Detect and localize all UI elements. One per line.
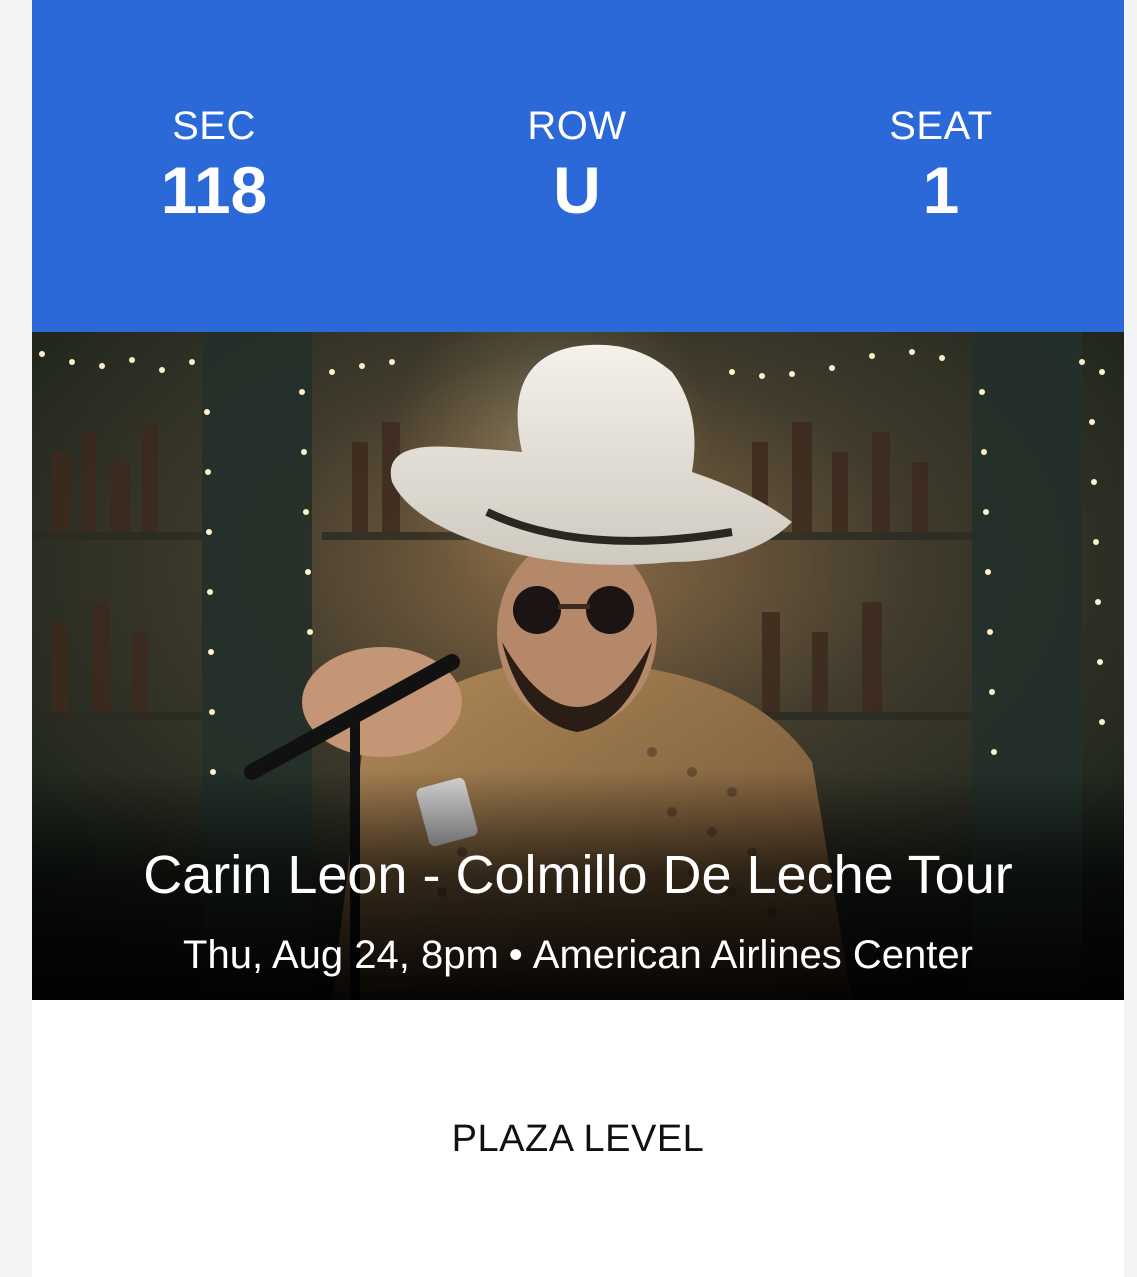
seat-info: SEAT 1 xyxy=(821,100,1061,228)
event-date-time: Thu, Aug 24, 8pm xyxy=(183,933,499,977)
seat-info-header: SEC 118 ROW U SEAT 1 xyxy=(32,0,1124,332)
ticket-card: SEC 118 ROW U SEAT 1 Carin Leon - Colmil… xyxy=(32,0,1124,1277)
row-value: U xyxy=(553,153,601,227)
level-label: PLAZA LEVEL xyxy=(451,1118,705,1160)
seat-label: SEAT xyxy=(889,104,993,148)
section-info: SEC 118 xyxy=(94,100,334,228)
event-details: Thu, Aug 24, 8pm • American Airlines Cente… xyxy=(32,930,1124,980)
event-venue: American Airlines Center xyxy=(532,933,973,977)
section-label: SEC xyxy=(172,104,256,148)
row-label: ROW xyxy=(527,104,627,148)
row-info: ROW U xyxy=(457,100,697,228)
separator-dot: • xyxy=(508,933,523,977)
event-title: Carin Leon - Colmillo De Leche Tour xyxy=(143,845,1013,905)
seat-value: 1 xyxy=(922,153,960,227)
section-value: 118 xyxy=(160,153,268,227)
event-image: Carin Leon - Colmillo De Leche Tour Thu,… xyxy=(32,332,1124,1000)
